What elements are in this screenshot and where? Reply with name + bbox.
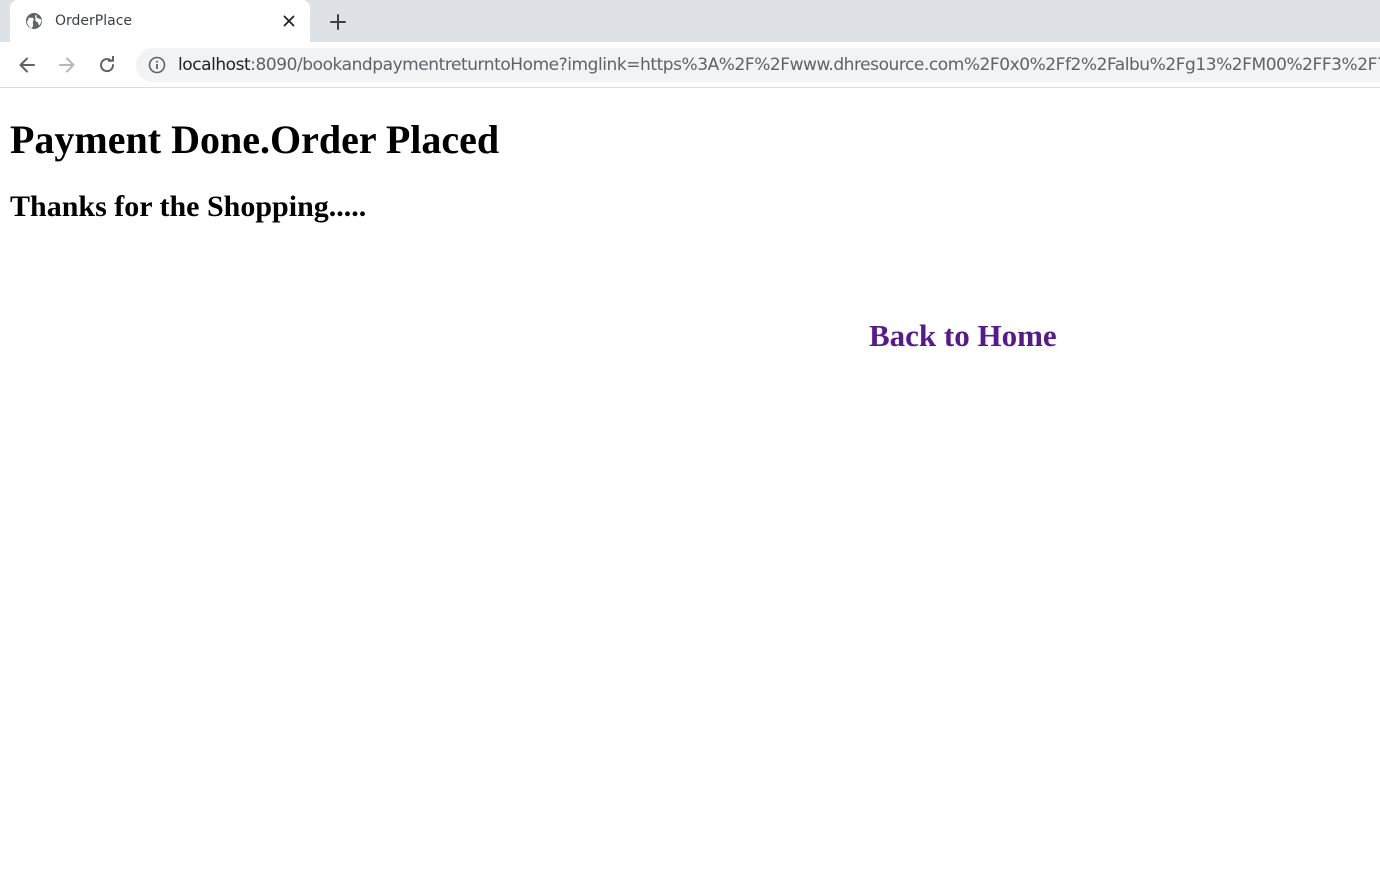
browser-toolbar: localhost:8090/bookandpaymentreturntoHom…: [0, 42, 1380, 88]
reload-icon[interactable]: [93, 51, 121, 79]
plus-icon[interactable]: [324, 8, 352, 36]
close-icon[interactable]: [280, 12, 298, 30]
arrow-right-icon[interactable]: [53, 51, 81, 79]
tab-title: OrderPlace: [55, 13, 133, 29]
browser-tab[interactable]: OrderPlace: [10, 0, 310, 42]
url-text[interactable]: localhost:8090/bookandpaymentreturntoHom…: [178, 55, 1380, 75]
page-title: Payment Done.Order Placed: [10, 117, 500, 162]
globe-icon: [25, 12, 43, 30]
tab-strip: OrderPlace: [0, 0, 1380, 42]
url-path: :8090/bookandpaymentreturntoHome?imglink…: [250, 55, 1380, 75]
info-icon[interactable]: [148, 56, 166, 74]
url-host: localhost: [178, 55, 251, 75]
back-to-home-link[interactable]: Back to Home: [869, 317, 1057, 355]
thanks-message: Thanks for the Shopping.....: [10, 190, 367, 223]
address-bar[interactable]: localhost:8090/bookandpaymentreturntoHom…: [136, 48, 1380, 82]
page-content: Payment Done.Order Placed Thanks for the…: [0, 89, 1380, 896]
arrow-left-icon[interactable]: [13, 51, 41, 79]
